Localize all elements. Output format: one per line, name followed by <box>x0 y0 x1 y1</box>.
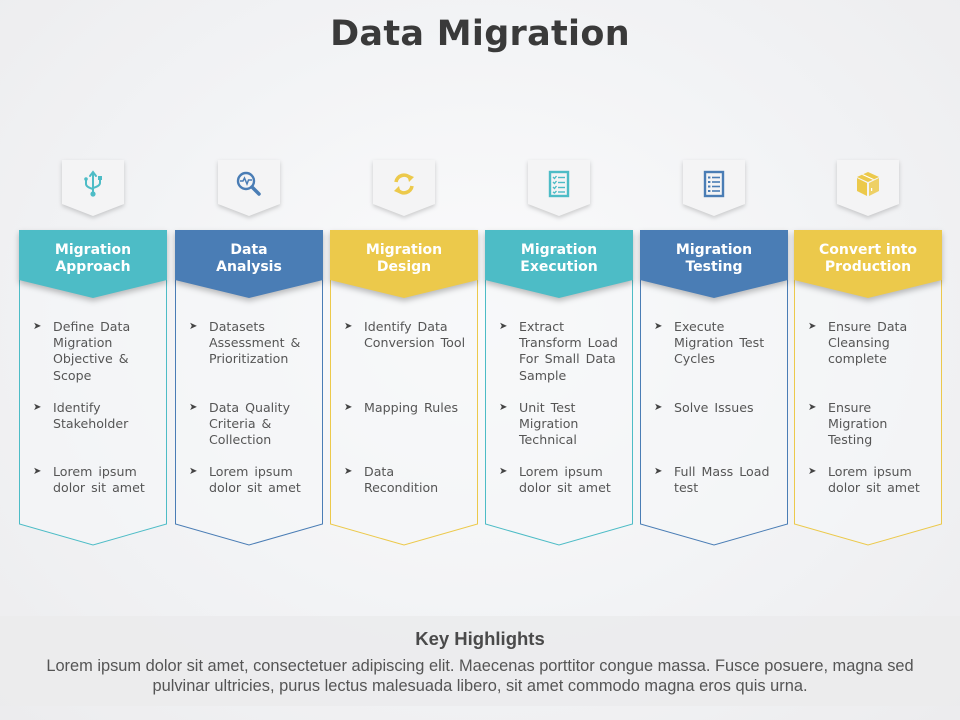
bullet-arrow-icon: ➤ <box>499 402 508 413</box>
bullet-arrow-icon: ➤ <box>189 466 198 477</box>
step-header: Convert into Production <box>794 230 942 298</box>
icon-tab <box>373 160 435 218</box>
list-item-text: Lorem ipsum dolor sit amet <box>53 464 145 496</box>
step-column: Migration Testing ➤ Execute Migration Test … <box>640 0 788 560</box>
list-item: ➤ Mapping Rules <box>340 400 472 416</box>
key-highlights-title: Key Highlights <box>415 628 545 649</box>
magnifier-pulse-icon <box>236 171 261 196</box>
step-title-line2: Execution <box>520 259 598 275</box>
list-item-text: Lorem ipsum dolor sit amet <box>519 464 611 496</box>
icon-tab <box>218 160 280 218</box>
icon-tab <box>683 160 745 218</box>
step-title: Migration Approach <box>19 242 167 276</box>
list-item-text: Solve Issues <box>674 400 754 415</box>
list-item-text: Datasets Assessment & Prioritization <box>209 319 301 367</box>
list-item-text: Execute Migration Test Cycles <box>674 319 765 367</box>
bullet-arrow-icon: ➤ <box>344 321 353 332</box>
step-title: Migration Testing <box>640 242 788 276</box>
step-title-line1: Migration <box>675 242 753 258</box>
list-item: ➤ Data Recondition <box>340 464 472 496</box>
step-title: Convert into Production <box>794 242 942 276</box>
sync-icon <box>394 173 414 195</box>
bullet-arrow-icon: ➤ <box>654 402 663 413</box>
list-item: ➤ Solve Issues <box>650 400 782 416</box>
list-item: ➤ Ensure Data Cleansing complete <box>804 319 936 368</box>
step-column: Convert into Production ➤ Ensure Data Clean… <box>794 0 942 560</box>
step-title-line1: Migration <box>520 242 598 258</box>
usb-icon <box>84 170 102 197</box>
key-highlights-body: Lorem ipsum dolor sit amet, consectetuer… <box>46 657 914 695</box>
bullet-arrow-icon: ➤ <box>344 466 353 477</box>
step-column: Data Analysis ➤ Datasets Assessment & Prior… <box>175 0 323 560</box>
list-item: ➤ Identify Data Conversion Tool <box>340 319 472 351</box>
list-item-text: Lorem ipsum dolor sit amet <box>209 464 301 496</box>
list-item: ➤ Unit Test Migration Technical <box>495 400 627 449</box>
list-item-text: Ensure Migration Testing <box>828 400 888 448</box>
step-header: Migration Execution <box>485 230 633 298</box>
list-item: ➤ Execute Migration Test Cycles <box>650 319 782 368</box>
icon-tab <box>837 160 899 218</box>
bullet-arrow-icon: ➤ <box>189 402 198 413</box>
list-item: ➤ Extract Transform Load For Small Data S… <box>495 319 627 384</box>
step-header: Migration Approach <box>19 230 167 298</box>
icon-tab <box>528 160 590 218</box>
list-item: ➤ Lorem ipsum dolor sit amet <box>185 464 317 496</box>
bullet-arrow-icon: ➤ <box>654 466 663 477</box>
list-item: ➤ Full Mass Load test <box>650 464 782 496</box>
list-item: ➤ Define Data Migration Objective & Scope <box>29 319 161 384</box>
list-item: ➤ Datasets Assessment & Prioritization <box>185 319 317 368</box>
step-column: Migration Design ➤ Identify Data Conversion… <box>330 0 478 560</box>
list-icon <box>703 170 725 198</box>
list-item: ➤ Lorem ipsum dolor sit amet <box>29 464 161 496</box>
step-column: Migration Execution ➤ Extract Transform Loa… <box>485 0 633 560</box>
list-item-text: Identify Data Conversion Tool <box>364 319 466 351</box>
list-item: ➤ Lorem ipsum dolor sit amet <box>804 464 936 496</box>
step-title-line1: Data <box>230 242 268 258</box>
list-item-text: Extract Transform Load For Small Data Sa… <box>519 319 618 383</box>
list-item-text: Unit Test Migration Technical <box>519 400 579 448</box>
bullet-arrow-icon: ➤ <box>808 321 817 332</box>
bullet-arrow-icon: ➤ <box>808 466 817 477</box>
step-title-line1: Migration <box>54 242 132 258</box>
bullet-arrow-icon: ➤ <box>344 402 353 413</box>
step-title-line2: Approach <box>55 259 131 275</box>
list-item-text: Full Mass Load test <box>674 464 770 496</box>
list-item-text: Identify Stakeholder <box>53 400 129 432</box>
bullet-arrow-icon: ➤ <box>499 321 508 332</box>
step-title-line2: Design <box>376 259 432 275</box>
step-title-line2: Production <box>824 259 912 275</box>
list-item: ➤ Data Quality Criteria & Collection <box>185 400 317 449</box>
step-title: Data Analysis <box>175 242 323 276</box>
list-item-text: Data Recondition <box>364 464 439 496</box>
list-item: ➤ Ensure Migration Testing <box>804 400 936 449</box>
list-item-text: Mapping Rules <box>364 400 459 415</box>
step-title-line1: Migration <box>365 242 443 258</box>
list-item-text: Ensure Data Cleansing complete <box>828 319 908 367</box>
list-item-text: Data Quality Criteria & Collection <box>209 400 291 448</box>
list-item-text: Lorem ipsum dolor sit amet <box>828 464 920 496</box>
step-title-line2: Analysis <box>216 259 282 275</box>
bullet-arrow-icon: ➤ <box>33 321 42 332</box>
list-item-text: Define Data Migration Objective & Scope <box>53 319 131 383</box>
bullet-arrow-icon: ➤ <box>33 466 42 477</box>
package-box-icon <box>857 172 879 196</box>
bullet-arrow-icon: ➤ <box>189 321 198 332</box>
step-title-line2: Testing <box>685 259 743 275</box>
bullet-arrow-icon: ➤ <box>808 402 817 413</box>
step-column: Migration Approach ➤ Define Data Migration … <box>19 0 167 560</box>
step-header: Data Analysis <box>175 230 323 298</box>
bullet-arrow-icon: ➤ <box>33 402 42 413</box>
checklist-icon <box>548 170 570 198</box>
bullet-arrow-icon: ➤ <box>654 321 663 332</box>
list-item: ➤ Identify Stakeholder <box>29 400 161 432</box>
step-title-line1: Convert into <box>818 242 918 258</box>
list-item: ➤ Lorem ipsum dolor sit amet <box>495 464 627 496</box>
icon-tab <box>62 160 124 218</box>
step-header: Migration Testing <box>640 230 788 298</box>
step-header: Migration Design <box>330 230 478 298</box>
step-title: Migration Design <box>330 242 478 276</box>
step-title: Migration Execution <box>485 242 633 276</box>
bullet-arrow-icon: ➤ <box>499 466 508 477</box>
